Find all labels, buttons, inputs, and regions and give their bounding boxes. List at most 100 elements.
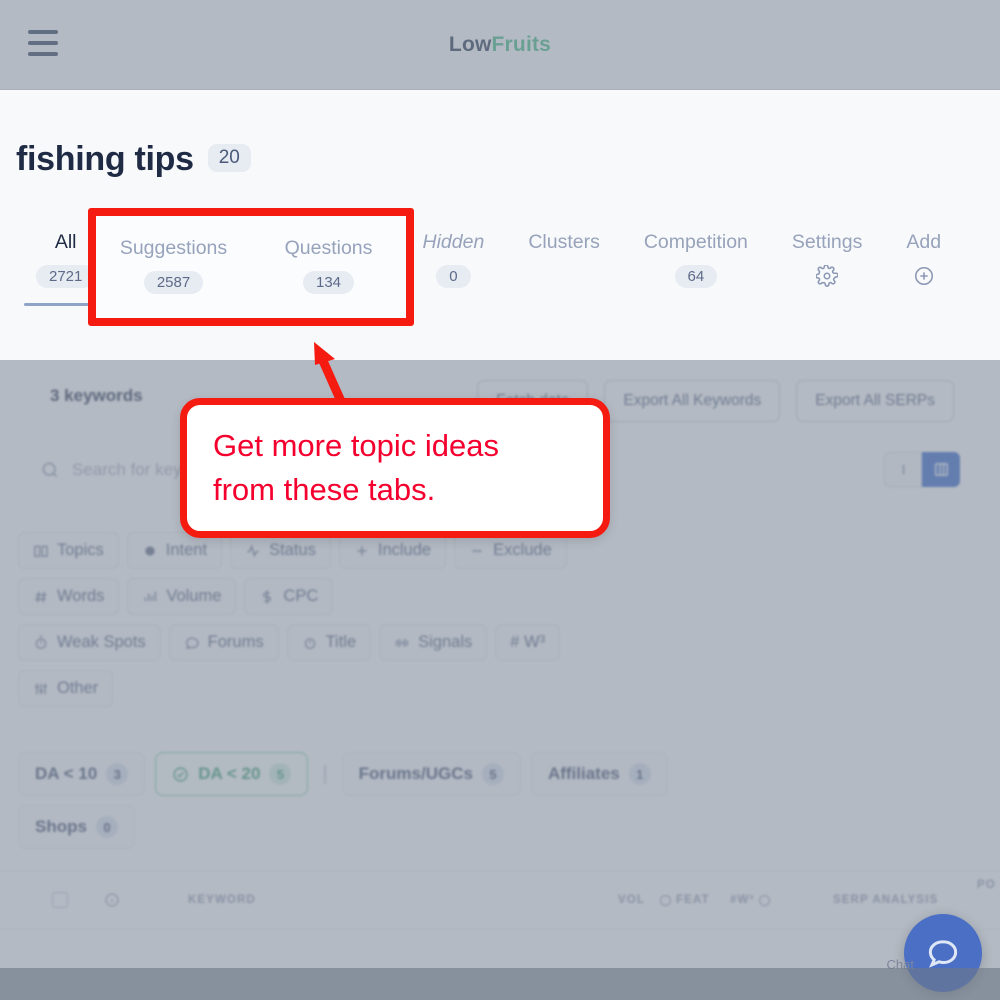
tab-clusters-label: Clusters xyxy=(528,231,600,253)
keyword-count-label: 3 keywords xyxy=(50,386,143,405)
tab-settings-label: Settings xyxy=(791,231,863,253)
tab-competition-badge: 64 xyxy=(674,265,718,288)
filter-pill-count: 1 xyxy=(628,763,651,785)
tab-questions-label: Questions xyxy=(284,237,373,259)
column-header-w3[interactable]: #W³ xyxy=(730,894,771,906)
filter-chip-row: Weak Spots Forums Title Signals # W³ xyxy=(18,624,658,661)
filter-chip-cpc[interactable]: CPC xyxy=(244,578,334,615)
filter-chip-words[interactable]: Words xyxy=(18,578,120,615)
minus-icon xyxy=(469,543,485,559)
tab-suggestions-badge: 2587 xyxy=(143,271,204,294)
filter-pill-da-lt-20[interactable]: DA < 20 5 xyxy=(155,752,309,796)
tab-hidden[interactable]: Hidden 0 xyxy=(401,225,507,288)
pulse-icon xyxy=(245,543,261,559)
filter-chip-label: Words xyxy=(57,587,105,605)
tab-suggestions-highlighted[interactable]: Suggestions 2587 xyxy=(96,235,251,294)
results-table-header: KEYWORD VOL FEAT #W³ SERP ANALYSIS PO xyxy=(0,870,1000,930)
filter-chip-weak-spots[interactable]: Weak Spots xyxy=(18,624,161,661)
list-view-icon[interactable] xyxy=(884,452,922,487)
filter-chip-label: Intent xyxy=(165,541,208,559)
clock-icon xyxy=(302,635,318,651)
chat-bubble-icon xyxy=(928,940,958,968)
filter-pill-row: Shops 0 xyxy=(18,805,718,849)
filter-chip-label: Other xyxy=(57,679,99,697)
tab-competition-label: Competition xyxy=(643,231,748,253)
filter-chip-row: Other xyxy=(18,670,658,707)
filter-chip-label: Forums xyxy=(207,633,264,651)
view-toggle-group xyxy=(884,452,960,487)
tab-clusters[interactable]: Clusters xyxy=(506,225,622,255)
tab-settings[interactable]: Settings xyxy=(770,225,884,287)
highlight-rectangle: Suggestions 2587 Questions 134 xyxy=(88,208,414,326)
filter-pill-label: Shops xyxy=(35,817,87,836)
filter-pill-forums-ugcs[interactable]: Forums/UGCs 5 xyxy=(341,752,521,796)
pill-separator: | xyxy=(322,762,328,785)
check-circle-icon xyxy=(172,766,189,783)
filter-chip-label: Exclude xyxy=(493,541,552,559)
filter-chip-row: Words Volume CPC xyxy=(18,578,658,615)
tab-hidden-badge: 0 xyxy=(436,265,471,288)
sliders-icon xyxy=(33,681,49,697)
filter-chip-other[interactable]: Other xyxy=(18,670,114,707)
column-header-vol[interactable]: VOL xyxy=(618,894,645,906)
filter-pill-affiliates[interactable]: Affiliates 1 xyxy=(530,752,668,796)
filter-pill-da-lt-10[interactable]: DA < 10 3 xyxy=(18,752,146,796)
column-header-position[interactable]: PO xyxy=(977,879,996,891)
filter-chip-volume[interactable]: Volume xyxy=(127,578,237,615)
filter-pill-label: Forums/UGCs xyxy=(358,764,473,783)
bottom-dim-strip xyxy=(0,968,1000,1000)
grid-view-icon[interactable] xyxy=(922,452,960,487)
top-header-bar: LowFruits xyxy=(0,0,1000,90)
filter-pill-label: DA < 20 xyxy=(198,764,261,783)
column-header-feat-label: FEAT xyxy=(676,894,710,906)
plus-icon xyxy=(354,543,370,559)
tab-suggestions-label: Suggestions xyxy=(119,237,228,259)
filter-pill-shops[interactable]: Shops 0 xyxy=(18,805,135,849)
filter-chip-label: Topics xyxy=(57,541,104,559)
filter-chip-w3[interactable]: # W³ xyxy=(495,624,561,661)
logo-text-low: Low xyxy=(448,33,492,56)
circle-filled-icon xyxy=(142,543,158,559)
gear-icon xyxy=(816,265,839,287)
column-header-serp-analysis[interactable]: SERP ANALYSIS xyxy=(833,894,938,906)
export-all-serps-button[interactable]: Export All SERPs xyxy=(796,380,954,422)
filter-pill-label: DA < 10 xyxy=(35,764,98,783)
app-root: LowFruits fishing tips 20 All 2721 Sugge… xyxy=(0,0,1000,1000)
highlighted-tabs: Suggestions 2587 Questions 134 xyxy=(96,216,406,318)
tab-competition[interactable]: Competition 64 xyxy=(622,225,770,288)
filter-chip-label: Include xyxy=(377,541,432,559)
book-icon xyxy=(33,543,49,559)
callout-box: Get more topic ideas from these tabs. xyxy=(180,398,610,538)
stopwatch-icon xyxy=(33,635,49,651)
circle-icon xyxy=(660,894,671,906)
tab-questions-highlighted[interactable]: Questions 134 xyxy=(251,235,406,294)
filter-chip-signals[interactable]: Signals xyxy=(379,624,488,661)
column-header-w3-label: #W³ xyxy=(730,894,755,906)
column-header-feat[interactable]: FEAT xyxy=(660,894,710,906)
page-title: fishing tips xyxy=(16,140,194,178)
filter-chip-title[interactable]: Title xyxy=(286,624,372,661)
tab-add[interactable]: Add xyxy=(884,225,963,287)
filter-chip-topics[interactable]: Topics xyxy=(18,532,119,569)
column-header-keyword[interactable]: KEYWORD xyxy=(188,894,256,906)
tab-all-badge: 2721 xyxy=(36,265,96,288)
circle-icon xyxy=(759,894,771,906)
page-title-badge: 20 xyxy=(207,144,251,172)
filter-pill-rows: DA < 10 3 DA < 20 5 | Forums/UGCs 5 Affi… xyxy=(18,752,718,858)
filter-pill-row: DA < 10 3 DA < 20 5 | Forums/UGCs 5 Affi… xyxy=(18,752,718,796)
callout-line-2: from these tabs. xyxy=(213,472,436,507)
tab-all-label: All xyxy=(54,231,77,253)
filter-pill-count: 3 xyxy=(106,763,129,785)
comment-icon xyxy=(184,635,200,651)
filter-chip-rows: Topics Intent Status Include Exclude Wor… xyxy=(18,532,658,716)
plus-circle-icon xyxy=(913,265,935,287)
export-all-keywords-button[interactable]: Export All Keywords xyxy=(604,380,781,422)
filter-chip-label: Title xyxy=(325,633,357,651)
hash-icon xyxy=(33,589,49,605)
select-all-checkbox[interactable] xyxy=(52,892,68,908)
filter-pill-label: Affiliates xyxy=(547,764,620,783)
filter-chip-forums[interactable]: Forums xyxy=(168,624,279,661)
search-icon xyxy=(40,460,60,480)
tab-hidden-label: Hidden xyxy=(422,231,485,253)
app-logo[interactable]: LowFruits xyxy=(0,33,1000,57)
